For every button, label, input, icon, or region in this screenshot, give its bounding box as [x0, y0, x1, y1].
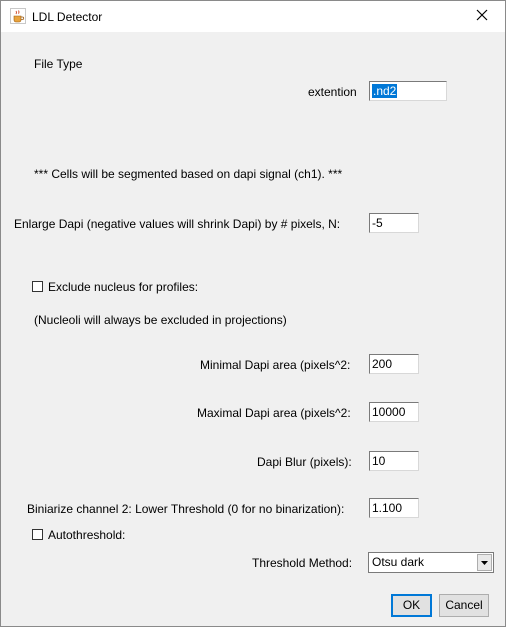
- java-cup-icon: [10, 8, 26, 24]
- exclude-nucleus-checkbox[interactable]: [32, 281, 43, 292]
- max-dapi-area-label: Maximal Dapi area (pixels^2:: [197, 406, 351, 420]
- autothreshold-checkbox[interactable]: [32, 529, 43, 540]
- close-icon: [476, 9, 488, 24]
- extension-value: .nd2: [372, 84, 398, 98]
- max-dapi-area-field[interactable]: 10000: [369, 402, 419, 422]
- title-bar[interactable]: LDL Detector: [1, 1, 505, 32]
- ok-button[interactable]: OK: [391, 594, 432, 617]
- dapi-blur-label: Dapi Blur (pixels):: [257, 455, 352, 469]
- min-dapi-area-field[interactable]: 200: [369, 354, 419, 374]
- enlarge-dapi-label: Enlarge Dapi (negative values will shrin…: [14, 217, 341, 231]
- segmentation-note: *** Cells will be segmented based on dap…: [34, 167, 343, 181]
- dialog-window: LDL Detector File Type extention .nd2 **…: [0, 0, 506, 627]
- threshold-method-select[interactable]: Otsu dark: [368, 552, 494, 573]
- close-button[interactable]: [459, 1, 505, 32]
- dapi-blur-field[interactable]: 10: [369, 451, 419, 471]
- nucleoli-note: (Nucleoli will always be excluded in pro…: [34, 313, 287, 327]
- dialog-content: File Type extention .nd2 *** Cells will …: [1, 32, 505, 626]
- file-type-label: File Type: [34, 57, 83, 71]
- extension-label: extention: [308, 85, 357, 99]
- chevron-down-icon[interactable]: [477, 554, 492, 571]
- binarize-threshold-field[interactable]: 1.100: [369, 498, 419, 518]
- threshold-method-label: Threshold Method:: [252, 556, 353, 570]
- autothreshold-label: Autothreshold:: [48, 528, 126, 542]
- extension-field[interactable]: .nd2: [369, 81, 447, 101]
- cancel-button[interactable]: Cancel: [439, 594, 489, 617]
- min-dapi-area-label: Minimal Dapi area (pixels^2:: [200, 358, 351, 372]
- binarize-threshold-label: Biniarize channel 2: Lower Threshold (0 …: [27, 502, 345, 516]
- exclude-nucleus-label: Exclude nucleus for profiles:: [48, 280, 199, 294]
- enlarge-dapi-field[interactable]: -5: [369, 213, 419, 233]
- threshold-method-value: Otsu dark: [372, 555, 425, 569]
- window-title: LDL Detector: [32, 10, 103, 24]
